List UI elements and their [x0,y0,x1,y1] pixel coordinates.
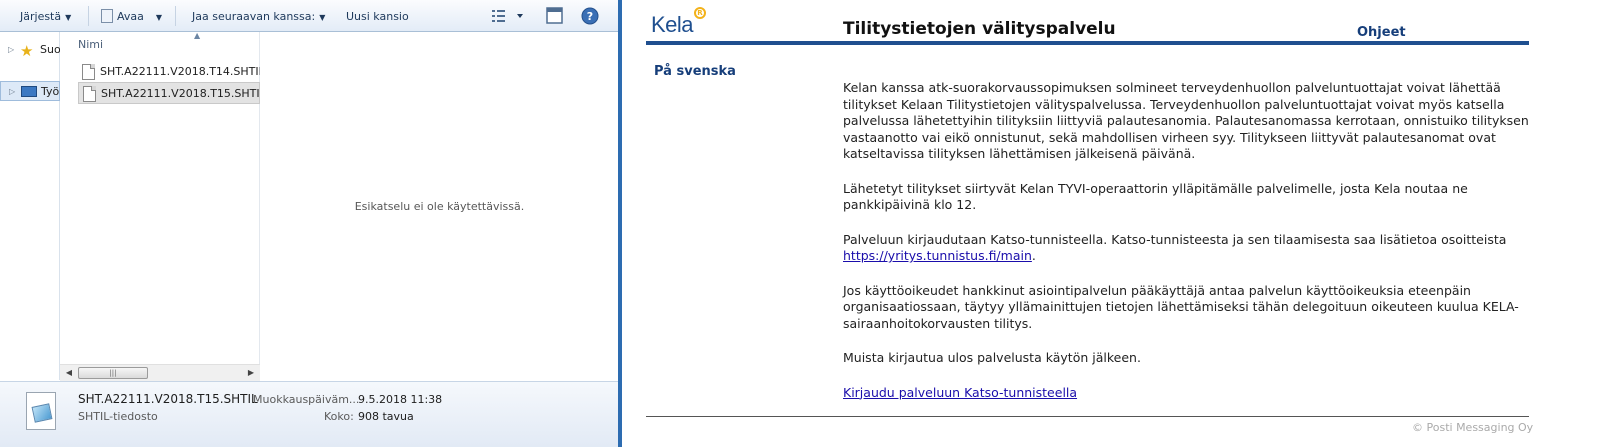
file-row[interactable]: SHT.A22111.V2018.T14.SHTIL [78,61,260,83]
nav-item-favorites[interactable]: ▷ ★ Suo [0,40,60,60]
file-row[interactable]: SHT.A22111.V2018.T15.SHTIL [78,82,260,104]
preview-pane-icon [546,7,563,24]
file-type-icon [26,392,56,430]
navigation-pane: ▷ ★ Suo ▷ Työ [0,32,60,380]
chevron-down-icon: ▼ [319,13,326,22]
sort-ascending-icon: ▲ [194,31,201,40]
new-folder-button[interactable]: Uusi kansio [346,9,409,25]
document-icon [101,9,113,23]
details-file-type: SHTIL-tiedosto [78,410,158,423]
expand-arrow-icon: ▷ [8,45,15,54]
intro-paragraph: Kelan kanssa atk-suorakorvaussopimuksen … [843,80,1529,161]
copyright-text: © Posti Messaging Oy [1412,421,1534,434]
horizontal-scrollbar[interactable]: ◀ ||| ▶ [60,364,260,381]
header-rule [646,41,1529,45]
details-file-name: SHT.A22111.V2018.T15.SHTIL [78,392,258,406]
scroll-left-icon[interactable]: ◀ [63,367,75,379]
file-list: Nimi ▲ SHT.A22111.V2018.T14.SHTIL SHT.A2… [74,31,260,380]
expand-arrow-icon: ▷ [9,87,16,96]
details-size-value: 908 tavua [358,410,414,423]
file-name: SHT.A22111.V2018.T14.SHTIL [100,65,260,78]
help-button[interactable]: ? [581,7,599,28]
details-modified-label: Muokkauspäiväm... [253,393,360,406]
star-icon: ★ [20,42,34,60]
chevron-down-icon: ▼ [65,13,72,22]
login-info-paragraph: Palveluun kirjaudutaan Katso-tunnisteell… [843,232,1529,265]
share-label: Jaa seuraavan kanssa: [192,10,316,23]
nav-item-computer[interactable]: ▷ Työ [0,81,60,101]
file-icon [82,64,95,80]
preview-pane: Esikatselu ei ole käytettävissä. [261,32,618,381]
login-info-end: . [1031,248,1036,263]
preview-unavailable-message: Esikatselu ei ole käytettävissä. [354,200,525,213]
language-swedish-link[interactable]: På svenska [654,64,736,79]
kela-logo-badge-icon: R [694,7,706,19]
page-title: Tilitystietojen välityspalvelu [843,19,1116,39]
file-type-icon-graphic [31,403,53,423]
help-icon: ? [581,7,599,25]
scrollbar-thumb[interactable]: ||| [78,367,148,379]
column-header-name[interactable]: Nimi ▲ [74,31,260,56]
explorer-toolbar: Järjestä ▼ Avaa ▼ Jaa seuraavan kanssa: ▼ U… [0,0,618,32]
open-button[interactable]: Avaa ▼ [101,9,162,25]
kela-logo[interactable]: Kela [651,12,694,38]
chevron-down-icon: ▼ [155,13,163,22]
login-katso-link[interactable]: Kirjaudu palveluun Katso-tunnisteella [843,385,1077,400]
view-list-icon [492,10,523,22]
details-pane: SHT.A22111.V2018.T15.SHTIL SHTIL-tiedost… [0,381,618,447]
file-explorer-window: Järjestä ▼ Avaa ▼ Jaa seuraavan kanssa: ▼ U… [0,0,622,447]
tunnistus-link[interactable]: https://yritys.tunnistus.fi/main [843,248,1032,263]
organize-label: Järjestä [20,10,62,23]
view-options-button[interactable] [492,9,534,26]
transfer-paragraph: Lähetetyt tilitykset siirtyvät Kelan TYV… [843,180,1468,213]
kela-web-page: Kela R Tilitystietojen välityspalvelu Oh… [622,0,1599,447]
permissions-paragraph: Jos käyttöoikeudet hankkinut asiointipal… [843,282,1519,331]
nav-favorites-label: Suo [40,43,60,56]
new-folder-label: Uusi kansio [346,10,409,23]
details-size-label: Koko: [324,410,354,423]
organize-button[interactable]: Järjestä ▼ [20,9,71,25]
nav-computer-label: Työ [41,85,60,98]
details-modified-value: 9.5.2018 11:38 [358,393,443,406]
computer-icon [21,86,37,97]
open-label: Avaa [117,10,144,23]
toolbar-divider [88,6,89,26]
share-with-button[interactable]: Jaa seuraavan kanssa: ▼ [192,9,325,25]
login-info-text: Palveluun kirjaudutaan Katso-tunnisteell… [843,231,1507,247]
footer-rule [646,416,1529,417]
column-name-label: Nimi [78,38,104,51]
toolbar-divider [175,6,176,26]
help-link[interactable]: Ohjeet [1357,25,1406,40]
svg-text:?: ? [587,10,593,23]
file-name: SHT.A22111.V2018.T15.SHTIL [101,87,260,100]
file-icon [83,86,96,102]
preview-pane-button[interactable] [546,7,564,28]
main-content: Kelan kanssa atk-suorakorvaussopimuksen … [843,80,1529,419]
scroll-right-icon[interactable]: ▶ [245,367,257,379]
logout-reminder: Muista kirjautua ulos palvelusta käytön … [843,350,1141,365]
